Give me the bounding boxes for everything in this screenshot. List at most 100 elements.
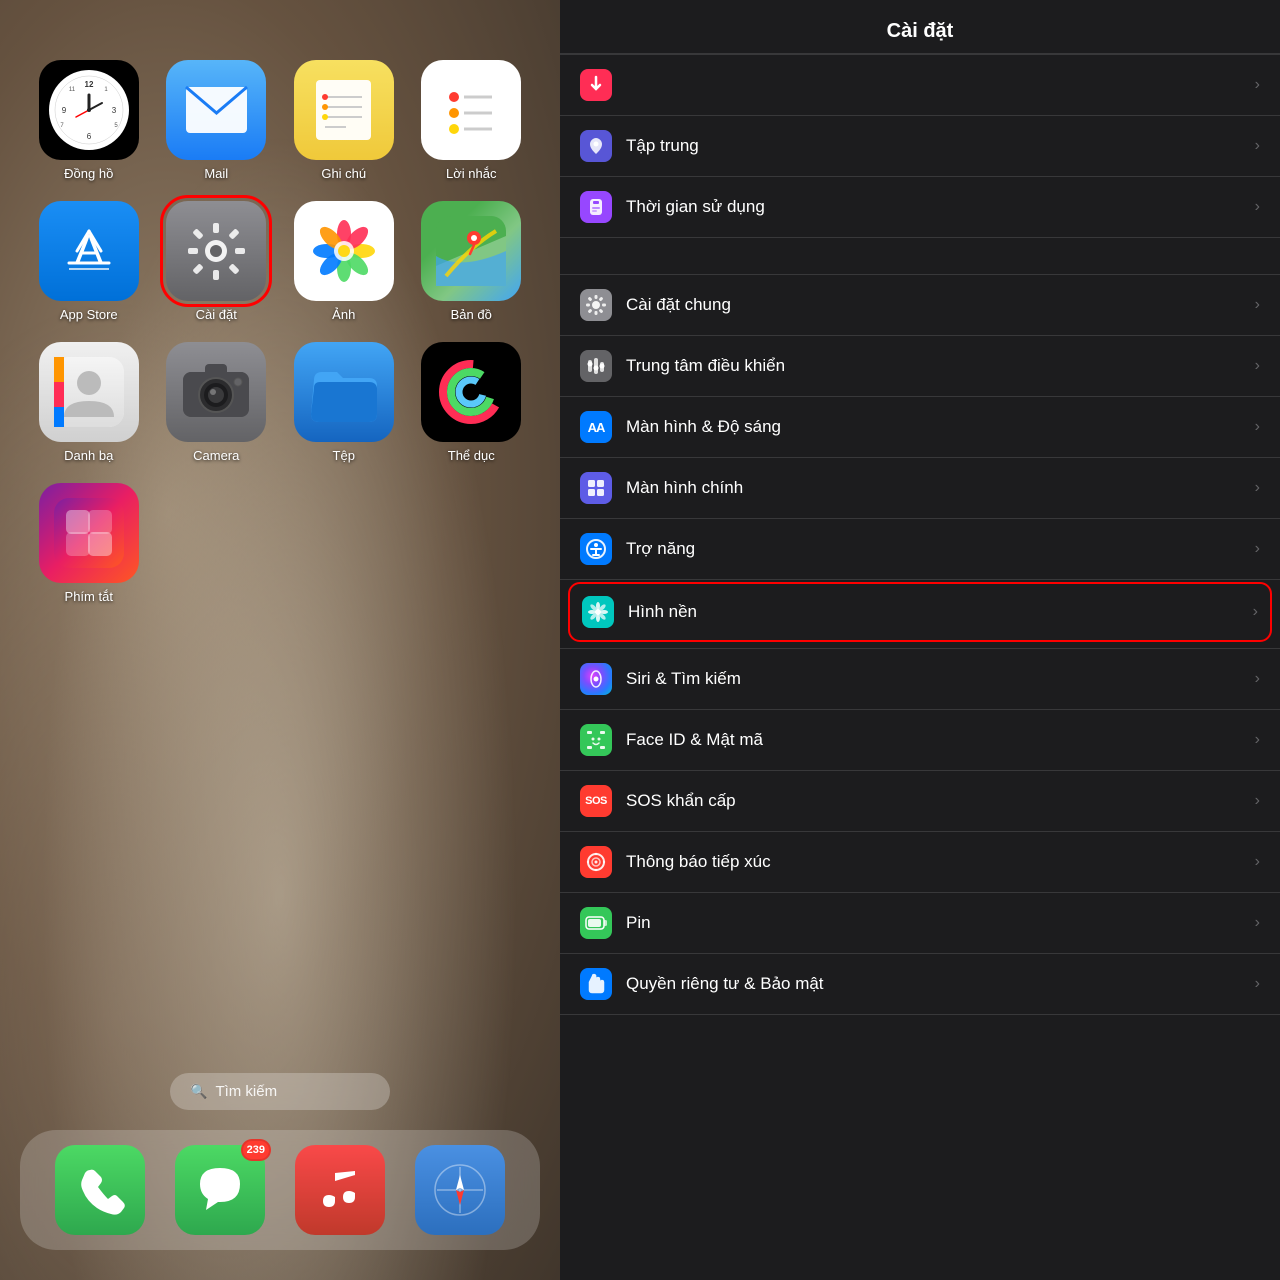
tap-trung-chevron: › (1255, 137, 1260, 155)
settings-item-quyen-rieng-tu[interactable]: Quyền riêng tư & Bảo mật › (560, 954, 1280, 1015)
settings-item-cai-dat-chung[interactable]: Cài đặt chung › (560, 274, 1280, 336)
dock-phone[interactable] (55, 1145, 145, 1235)
app-photos-label: Ảnh (332, 307, 355, 322)
quyen-rieng-tu-label: Quyền riêng tư & Bảo mật (626, 974, 1255, 994)
settings-item-partial[interactable]: › (560, 54, 1280, 116)
thong-bao-label: Thông báo tiếp xúc (626, 852, 1255, 872)
app-settings-label: Cài đặt (196, 307, 237, 322)
app-contacts[interactable]: Danh bạ (30, 342, 148, 463)
app-mail[interactable]: Mail (158, 60, 276, 181)
thoi-gian-chevron: › (1255, 198, 1260, 216)
man-hinh-sang-icon: AA (580, 411, 612, 443)
thoi-gian-label: Thời gian sử dụng (626, 197, 1255, 217)
settings-item-thong-bao[interactable]: Thông báo tiếp xúc › (560, 832, 1280, 893)
app-files-label: Tệp (333, 448, 355, 463)
thong-bao-chevron: › (1255, 853, 1260, 871)
tap-trung-label: Tập trung (626, 136, 1255, 156)
settings-item-man-hinh-sang[interactable]: AA Màn hình & Độ sáng › (560, 397, 1280, 458)
messages-badge: 239 (241, 1139, 271, 1161)
trung-tam-label: Trung tâm điều khiển (626, 356, 1255, 376)
hinh-nen-label: Hình nền (628, 602, 1253, 622)
hinh-nen-chevron: › (1253, 603, 1258, 621)
app-camera[interactable]: Camera (158, 342, 276, 463)
face-id-icon (580, 724, 612, 756)
search-text: Tìm kiếm (215, 1083, 277, 1100)
app-fitness[interactable]: Thể dục (413, 342, 531, 463)
app-clock[interactable]: 12 3 6 9 1 5 11 7 (30, 60, 148, 181)
svg-text:3: 3 (112, 106, 117, 115)
app-reminders-label: Lời nhắc (446, 166, 496, 181)
sos-chevron: › (1255, 792, 1260, 810)
app-notes-label: Ghi chú (321, 166, 366, 181)
dock-safari[interactable] (415, 1145, 505, 1235)
tro-nang-icon (580, 533, 612, 565)
cai-dat-chung-icon (580, 289, 612, 321)
dock-music[interactable] (295, 1145, 385, 1235)
dock-messages[interactable]: 239 (175, 1145, 265, 1235)
app-photos[interactable]: Ảnh (285, 201, 403, 322)
settings-item-siri[interactable]: Siri & Tìm kiếm › (560, 648, 1280, 710)
settings-chevron-partial: › (1255, 76, 1260, 94)
svg-text:12: 12 (84, 80, 93, 89)
app-shortcuts[interactable]: Phím tắt (30, 483, 148, 604)
trung-tam-icon (580, 350, 612, 382)
settings-item-hinh-nen[interactable]: Hình nền › (568, 582, 1272, 642)
app-fitness-label: Thể dục (448, 448, 495, 463)
tro-nang-chevron: › (1255, 540, 1260, 558)
man-hinh-sang-chevron: › (1255, 418, 1260, 436)
sos-icon: SOS (580, 785, 612, 817)
app-camera-label: Camera (193, 448, 239, 463)
svg-text:11: 11 (69, 87, 76, 93)
app-notes[interactable]: Ghi chú (285, 60, 403, 181)
sos-label: SOS khẩn cấp (626, 791, 1255, 811)
section-divider-1 (560, 246, 1280, 274)
thoi-gian-icon (580, 191, 612, 223)
settings-item-sos[interactable]: SOS SOS khẩn cấp › (560, 771, 1280, 832)
man-hinh-chinh-label: Màn hình chính (626, 478, 1255, 498)
settings-list: › Tập trung › Thời g (560, 54, 1280, 1280)
face-id-chevron: › (1255, 731, 1260, 749)
siri-label: Siri & Tìm kiếm (626, 669, 1255, 689)
settings-item-man-hinh-chinh[interactable]: Màn hình chính › (560, 458, 1280, 519)
trung-tam-chevron: › (1255, 357, 1260, 375)
settings-item-thoi-gian[interactable]: Thời gian sử dụng › (560, 177, 1280, 238)
siri-icon (580, 663, 612, 695)
app-maps[interactable]: Bản đồ (413, 201, 531, 322)
app-maps-label: Bản đồ (451, 307, 492, 322)
settings-panel: Cài đặt › Tập trung › (560, 0, 1280, 1280)
svg-text:6: 6 (87, 132, 92, 141)
quyen-rieng-tu-icon (580, 968, 612, 1000)
svg-text:9: 9 (62, 106, 67, 115)
search-icon: 🔍 (190, 1083, 207, 1100)
app-reminders[interactable]: Lời nhắc (413, 60, 531, 181)
settings-title: Cài đặt (887, 20, 954, 42)
pin-label: Pin (626, 913, 1255, 933)
settings-header: Cài đặt (560, 0, 1280, 54)
thong-bao-icon (580, 846, 612, 878)
hinh-nen-icon (582, 596, 614, 628)
siri-chevron: › (1255, 670, 1260, 688)
settings-item-tap-trung[interactable]: Tập trung › (560, 116, 1280, 177)
app-shortcuts-label: Phím tắt (65, 589, 113, 604)
settings-item-tro-nang[interactable]: Trợ năng › (560, 519, 1280, 580)
settings-item-pin[interactable]: Pin › (560, 893, 1280, 954)
iphone-home-screen: 12 3 6 9 1 5 11 7 (0, 0, 560, 1280)
app-files[interactable]: Tệp (285, 342, 403, 463)
tro-nang-label: Trợ năng (626, 539, 1255, 559)
pin-icon (580, 907, 612, 939)
app-settings[interactable]: Cài đặt (158, 201, 276, 322)
tap-trung-icon (580, 130, 612, 162)
app-mail-label: Mail (204, 166, 228, 181)
cai-dat-chung-chevron: › (1255, 296, 1260, 314)
app-appstore[interactable]: A App Store (30, 201, 148, 322)
settings-item-face-id[interactable]: Face ID & Mật mã › (560, 710, 1280, 771)
app-contacts-label: Danh bạ (64, 448, 113, 463)
man-hinh-chinh-icon (580, 472, 612, 504)
app-clock-label: Đồng hồ (64, 166, 113, 181)
man-hinh-chinh-chevron: › (1255, 479, 1260, 497)
man-hinh-sang-label: Màn hình & Độ sáng (626, 417, 1255, 437)
search-bar[interactable]: 🔍 Tìm kiếm (170, 1073, 390, 1110)
quyen-rieng-tu-chevron: › (1255, 975, 1260, 993)
face-id-label: Face ID & Mật mã (626, 730, 1255, 750)
settings-item-trung-tam[interactable]: Trung tâm điều khiển › (560, 336, 1280, 397)
